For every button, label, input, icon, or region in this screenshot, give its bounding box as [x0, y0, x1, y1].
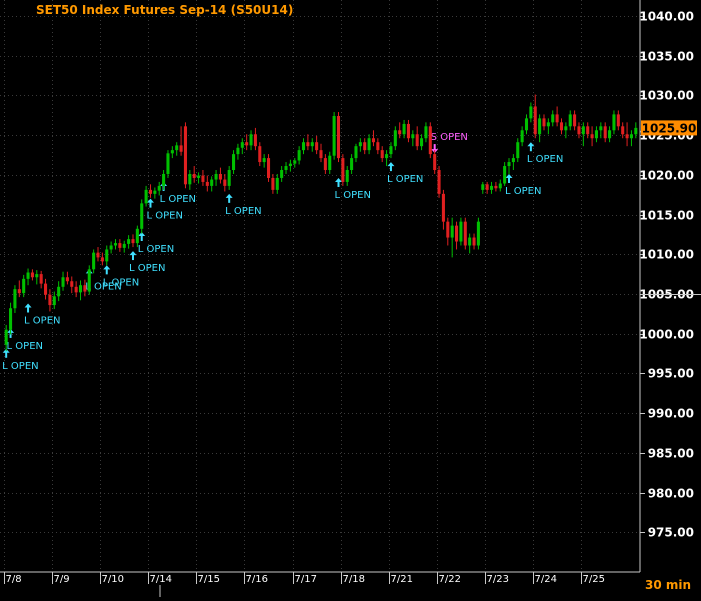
signal-label: L OPEN: [24, 316, 60, 327]
candle: [267, 154, 271, 182]
candlestick-chart: L OPEN L OPEN L OPEN L OPEN L OPEN L OPEN L OP…: [0, 0, 701, 597]
signal-label: L OPEN: [160, 194, 196, 205]
candle: [437, 166, 441, 198]
signal-label: S OPEN: [431, 132, 468, 143]
y-tick-label: 1000.00: [639, 328, 694, 342]
candle: [463, 217, 467, 250]
signal-label: L OPEN: [146, 211, 182, 222]
x-tick-label: 7/18: [343, 574, 365, 585]
x-tick-label: 7/22: [439, 574, 461, 585]
x-tick-label: 7/24: [535, 574, 557, 585]
x-tick-label: 7/16: [246, 574, 268, 585]
y-tick-label: 990.00: [648, 407, 694, 421]
candle: [341, 154, 345, 186]
candle: [428, 122, 432, 159]
signal-label: L OPEN: [387, 174, 423, 185]
signal-label: L OPEN: [505, 186, 541, 197]
candle: [476, 217, 480, 250]
candle: [87, 265, 91, 295]
signal-label: L OPEN: [2, 361, 38, 372]
x-tick-label: 7/15: [198, 574, 220, 585]
x-tick-label: 7/10: [102, 574, 124, 585]
chart-window: L OPEN L OPEN L OPEN L OPEN L OPEN L OPEN L OP…: [0, 0, 701, 597]
x-tick-label: 7/14: [150, 574, 172, 585]
candle: [183, 122, 187, 189]
y-tick-label: 1020.00: [639, 169, 694, 183]
y-tick-label: 1015.00: [639, 209, 694, 223]
y-tick-label: 995.00: [648, 367, 694, 381]
chart-background: [0, 0, 701, 597]
signal-label: L OPEN: [129, 263, 165, 274]
y-tick-label: 1040.00: [639, 10, 694, 24]
candle: [459, 217, 463, 246]
signal-label: L OPEN: [225, 206, 261, 217]
signal-label: L OPEN: [138, 244, 174, 255]
x-tick-label: 7/25: [583, 574, 605, 585]
interval-label: 30 min: [645, 578, 691, 592]
y-tick-label: 980.00: [648, 487, 694, 501]
signal-label: L OPEN: [334, 190, 370, 201]
x-tick-label: 7/8: [6, 574, 22, 585]
signal-label: L OPEN: [527, 154, 563, 165]
x-tick-label: 7/23: [487, 574, 509, 585]
y-tick-label: 985.00: [648, 447, 694, 461]
current-price-marker: 1025.90: [641, 120, 697, 136]
y-tick-label: 1010.00: [639, 248, 694, 262]
y-tick-label: 1030.00: [639, 89, 694, 103]
current-price-label: 1025.90: [642, 121, 697, 135]
x-tick-label: 7/17: [295, 574, 317, 585]
signal-label: L OPEN: [103, 277, 139, 288]
y-tick-label: 1035.00: [639, 50, 694, 64]
x-tick-label: 7/9: [54, 574, 70, 585]
x-tick-label: 7/21: [391, 574, 413, 585]
signal-label: L OPEN: [7, 341, 43, 352]
y-tick-label: 975.00: [648, 526, 694, 540]
candle: [166, 150, 170, 178]
candle: [140, 199, 144, 234]
candle: [336, 112, 341, 163]
chart-title: SET50 Index Futures Sep-14 (S50U14): [36, 3, 293, 17]
candle: [332, 112, 336, 160]
